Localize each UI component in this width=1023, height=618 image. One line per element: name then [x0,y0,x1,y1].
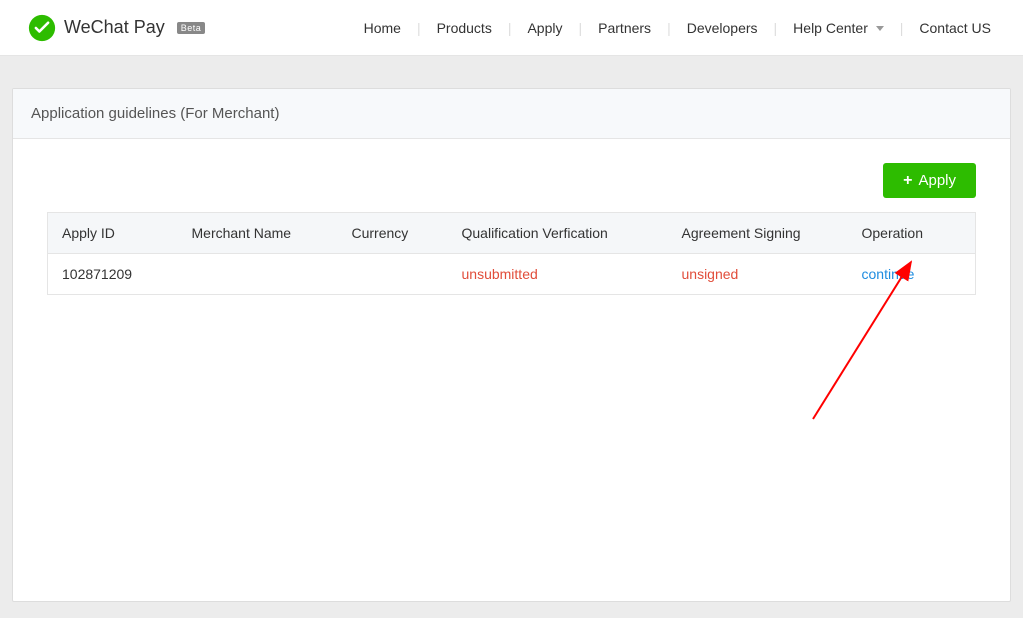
panel-title: Application guidelines (For Merchant) [13,89,1010,139]
nav-apply[interactable]: Apply [523,20,566,36]
cell-operation: continue [848,254,976,295]
qualification-status: unsubmitted [462,266,538,282]
apply-button-label: Apply [918,172,956,189]
nav-developers[interactable]: Developers [683,20,762,36]
col-merchant-name: Merchant Name [178,213,338,254]
brand-name: WeChat Pay [64,17,165,38]
col-apply-id: Apply ID [48,213,178,254]
main-nav: Home | Products | Apply | Partners | Dev… [360,20,995,36]
continue-link[interactable]: continue [862,266,915,282]
nav-contact-us[interactable]: Contact US [915,20,995,36]
panel: Application guidelines (For Merchant) + … [12,88,1011,602]
chevron-down-icon [876,26,884,31]
col-operation: Operation [848,213,976,254]
cell-qualification: unsubmitted [448,254,668,295]
applications-table: Apply ID Merchant Name Currency Qualific… [47,212,976,295]
cell-agreement: unsigned [668,254,848,295]
nav-products[interactable]: Products [433,20,496,36]
nav-help-center-label: Help Center [793,20,868,36]
page-header: WeChat Pay Beta Home | Products | Apply … [0,0,1023,56]
table-row: 102871209 unsubmitted unsigned continue [48,254,976,295]
cell-apply-id: 102871209 [48,254,178,295]
plus-icon: + [903,173,912,189]
nav-home[interactable]: Home [360,20,405,36]
col-currency: Currency [338,213,448,254]
apply-button[interactable]: + Apply [883,163,976,198]
cell-merchant-name [178,254,338,295]
wechat-pay-icon [28,14,56,42]
cell-currency [338,254,448,295]
beta-badge: Beta [177,22,206,34]
nav-partners[interactable]: Partners [594,20,655,36]
apply-bar: + Apply [47,163,976,198]
col-agreement: Agreement Signing [668,213,848,254]
brand-logo: WeChat Pay Beta [28,14,205,42]
agreement-status: unsigned [682,266,739,282]
nav-help-center[interactable]: Help Center [789,20,888,36]
col-qualification: Qualification Verfication [448,213,668,254]
main-area: Application guidelines (For Merchant) + … [0,56,1023,618]
panel-body: + Apply Apply ID Merchant Name Currency … [13,139,1010,599]
